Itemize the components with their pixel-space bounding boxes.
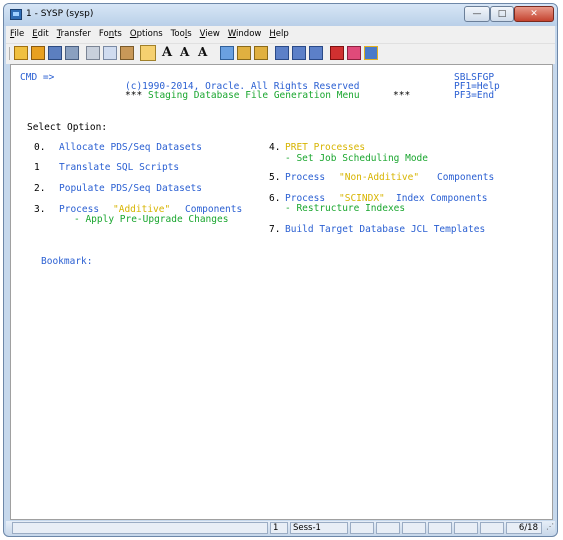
option-1-number: 1 [34,162,40,173]
menu-title-suffix: *** [393,90,411,101]
minimize-button[interactable]: — [464,6,490,22]
menu-help[interactable]: Help [265,26,292,39]
receive-icon[interactable] [254,46,268,60]
menu-title-prefix: *** [125,90,143,101]
toolbar-grip [9,47,10,60]
menu-window[interactable]: Window [224,26,266,39]
status-message [12,522,268,534]
menu-transfer[interactable]: Transfer [53,26,95,39]
pf1-icon[interactable] [275,46,289,60]
menu-edit[interactable]: Edit [28,26,52,39]
menu-fonts[interactable]: Fonts [95,26,126,39]
font-larger-icon[interactable]: A [180,45,189,59]
option-4-sub: - Set Job Scheduling Mode [285,153,428,164]
option-4-number: 4. [269,142,281,153]
option-5-label-a[interactable]: Process [285,172,325,183]
bookmark-label[interactable]: Bookmark: [41,256,92,267]
menu-file[interactable]: File [6,26,28,39]
pf3-end: PF3=End [454,90,495,101]
option-0-label[interactable]: Allocate PDS/Seq Datasets [59,142,202,153]
option-6-label-c[interactable]: Index Components [396,193,488,204]
option-2-number: 2. [34,183,46,194]
send-icon[interactable] [237,46,251,60]
cut-icon[interactable] [86,46,100,60]
status-session-number: 1 [270,522,288,534]
menu-options[interactable]: Options [126,26,167,39]
resize-grip-icon[interactable]: ⋰ [546,522,554,531]
option-5-number: 5. [269,172,281,183]
new-session-icon[interactable] [14,46,28,60]
paste-icon[interactable] [120,46,134,60]
transfer-icon[interactable] [220,46,234,60]
option-1-label[interactable]: Translate SQL Scripts [59,162,179,173]
option-7-number: 7. [269,224,281,235]
maximize-button[interactable]: □ [490,6,514,22]
font-smaller-icon[interactable]: A [198,45,207,59]
option-7-label[interactable]: Build Target Database JCL Templates [285,224,485,235]
print-icon[interactable] [65,46,79,60]
option-3-number: 3. [34,204,46,215]
open-icon[interactable] [31,46,45,60]
option-6-number: 6. [269,193,281,204]
app-icon [10,9,22,20]
status-cursor-position: 6/18 [506,522,542,534]
toolbar: A A A [6,43,555,64]
status-indicator-2 [376,522,400,534]
option-3-sub: - Apply Pre-Upgrade Changes [74,214,229,225]
command-prompt[interactable]: CMD => [20,72,54,83]
select-option-label: Select Option: [27,122,108,133]
status-indicator-5 [454,522,478,534]
status-indicator-4 [428,522,452,534]
terminal-screen[interactable]: CMD => SBLSFGP (c)1990-2014, Oracle. All… [10,64,553,520]
option-4-label[interactable]: PRET Processes [285,142,365,153]
pf3-icon[interactable] [309,46,323,60]
maximize-icon: □ [497,9,507,19]
status-indicator-6 [480,522,504,534]
window-title: 1 - SYSP (sysp) [26,9,94,19]
option-5-label-b[interactable]: "Non-Additive" [339,172,419,183]
option-0-number: 0. [34,142,46,153]
font-icon[interactable]: A [162,45,172,60]
menu-bar: File Edit Transfer Fonts Options Tools View Win… [6,26,555,43]
option-5-label-c[interactable]: Components [437,172,494,183]
title-bar: 1 - SYSP (sysp) — □ ✕ [4,4,557,26]
pf2-icon[interactable] [292,46,306,60]
menu-title: Staging Database File Generation Menu [148,90,360,101]
menu-tools[interactable]: Tools [167,26,196,39]
status-session-name: Sess-1 [290,522,348,534]
save-icon[interactable] [48,46,62,60]
active-toggle-icon[interactable] [140,45,156,61]
status-indicator-1 [350,522,374,534]
check-icon[interactable] [347,46,361,60]
menu-view[interactable]: View [196,26,224,39]
status-bar: 1 Sess-1 6/18 ⋰ [6,521,555,535]
option-6-sub: - Restructure Indexes [285,203,406,214]
minimize-icon: — [472,9,482,19]
copy-icon[interactable] [103,46,117,60]
app-window: 1 - SYSP (sysp) — □ ✕ File Edit Transfer Fo… [3,3,558,537]
option-2-label[interactable]: Populate PDS/Seq Datasets [59,183,202,194]
status-indicator-3 [402,522,426,534]
close-button[interactable]: ✕ [514,6,554,22]
exit-icon[interactable] [364,46,378,60]
enter-icon[interactable] [330,46,344,60]
close-icon: ✕ [530,9,538,19]
